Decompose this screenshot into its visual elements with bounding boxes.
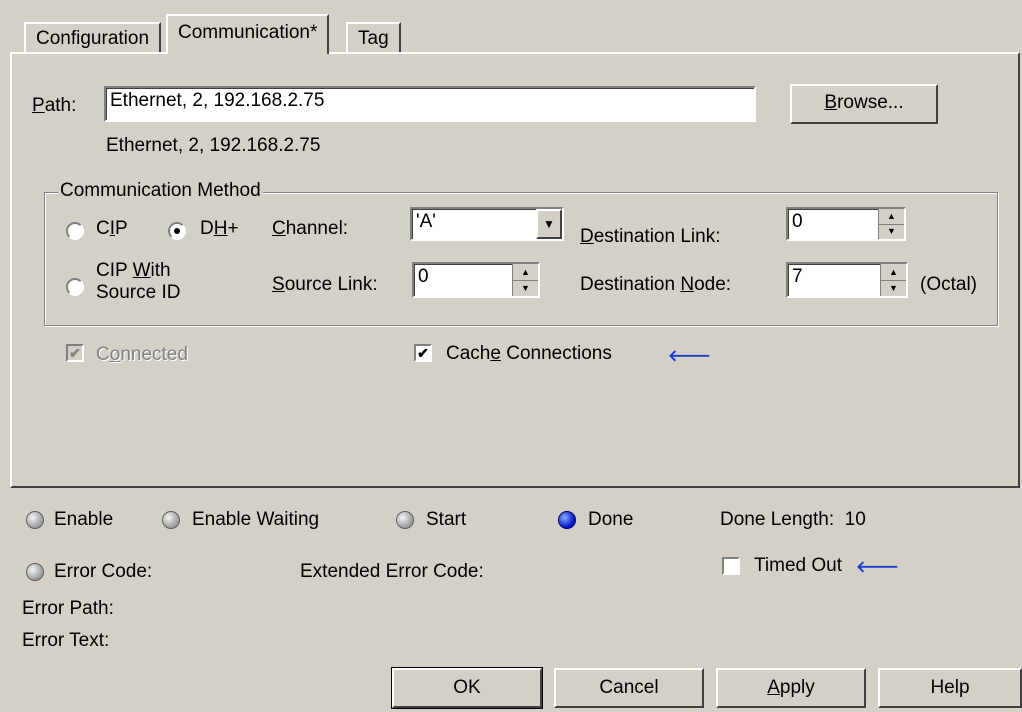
error-code-label: Error Code: — [54, 561, 153, 582]
channel-value: 'A' — [416, 211, 436, 232]
path-input[interactable]: Ethernet, 2, 192.168.2.75 — [104, 86, 756, 122]
enable-status-icon — [26, 511, 44, 529]
timed-out-label: Timed Out — [754, 555, 842, 576]
tab-tag[interactable]: Tag — [346, 22, 401, 54]
channel-select[interactable]: 'A' ▼ — [410, 207, 564, 241]
connected-label: Connected — [96, 344, 188, 365]
destination-link-spinner[interactable]: ▲ ▼ — [878, 209, 904, 239]
destination-node-input[interactable]: 7 ▲ ▼ — [786, 262, 908, 298]
dhplus-radio[interactable] — [168, 222, 186, 240]
timed-out-checkbox[interactable] — [722, 557, 740, 575]
tab-tag-label: Tag — [358, 28, 389, 49]
done-length-value: 10 — [844, 509, 866, 530]
destination-link-value: 0 — [792, 211, 803, 232]
spin-down-icon[interactable]: ▼ — [513, 280, 538, 296]
path-input-value: Ethernet, 2, 192.168.2.75 — [110, 90, 325, 111]
start-status-icon — [396, 511, 414, 529]
tab-configuration[interactable]: Configuration — [24, 22, 162, 54]
spin-up-icon[interactable]: ▲ — [879, 209, 904, 225]
extended-error-code-label: Extended Error Code: — [300, 561, 484, 582]
tab-configuration-label: Configuration — [36, 28, 150, 49]
enable-label: Enable — [54, 509, 114, 530]
spin-up-icon[interactable]: ▲ — [881, 264, 906, 281]
error-code-status-icon — [26, 563, 44, 581]
spin-up-icon[interactable]: ▲ — [513, 264, 538, 281]
path-resolved: Ethernet, 2, 192.168.2.75 — [106, 135, 321, 156]
connected-checkbox[interactable]: ✔ — [66, 344, 84, 362]
done-status-icon — [558, 511, 576, 529]
error-text-label: Error Text: — [22, 630, 110, 651]
cip-source-id-label: CIP With Source ID — [96, 260, 181, 303]
cancel-button[interactable]: Cancel — [554, 668, 704, 708]
destination-link-label: Destination Link: — [580, 226, 721, 247]
done-length-label: Done Length: 10 — [720, 509, 866, 530]
destination-node-unit: (Octal) — [920, 274, 977, 295]
path-label: Path: — [32, 95, 77, 116]
cache-connections-label: Cache Connections — [446, 343, 612, 364]
start-label: Start — [426, 509, 467, 530]
cip-label: CIP — [96, 218, 128, 239]
cip-radio[interactable] — [66, 222, 84, 240]
enable-waiting-label: Enable Waiting — [192, 509, 320, 530]
source-link-value: 0 — [418, 266, 429, 287]
destination-link-input[interactable]: 0 ▲ ▼ — [786, 207, 906, 241]
chevron-down-icon[interactable]: ▼ — [536, 209, 562, 239]
source-link-input[interactable]: 0 ▲ ▼ — [412, 262, 540, 298]
tab-communication-label: Communication* — [178, 22, 318, 43]
left-arrow-icon: 🡐 — [856, 559, 899, 576]
help-button[interactable]: Help — [878, 668, 1022, 708]
cip-source-id-radio[interactable] — [66, 278, 84, 296]
source-link-label: Source Link: — [272, 274, 378, 295]
browse-button[interactable]: Browse... — [790, 84, 938, 124]
communication-method-title: Communication Method — [58, 180, 263, 202]
ok-button[interactable]: OK — [391, 667, 543, 709]
left-arrow-icon: 🡐 — [668, 348, 711, 365]
channel-label: Channel: — [272, 218, 349, 239]
done-label: Done — [588, 509, 634, 530]
source-link-spinner[interactable]: ▲ ▼ — [512, 264, 538, 296]
tab-communication[interactable]: Communication* — [166, 14, 330, 54]
error-path-label: Error Path: — [22, 598, 114, 619]
destination-node-value: 7 — [792, 266, 803, 287]
spin-down-icon[interactable]: ▼ — [879, 224, 904, 239]
destination-node-label: Destination Node: — [580, 274, 732, 295]
dhplus-label: DH+ — [200, 218, 239, 239]
apply-button[interactable]: Apply — [716, 668, 866, 708]
cache-connections-checkbox[interactable]: ✔ — [414, 344, 432, 362]
spin-down-icon[interactable]: ▼ — [881, 280, 906, 296]
destination-node-spinner[interactable]: ▲ ▼ — [880, 264, 906, 296]
enable-waiting-status-icon — [162, 511, 180, 529]
